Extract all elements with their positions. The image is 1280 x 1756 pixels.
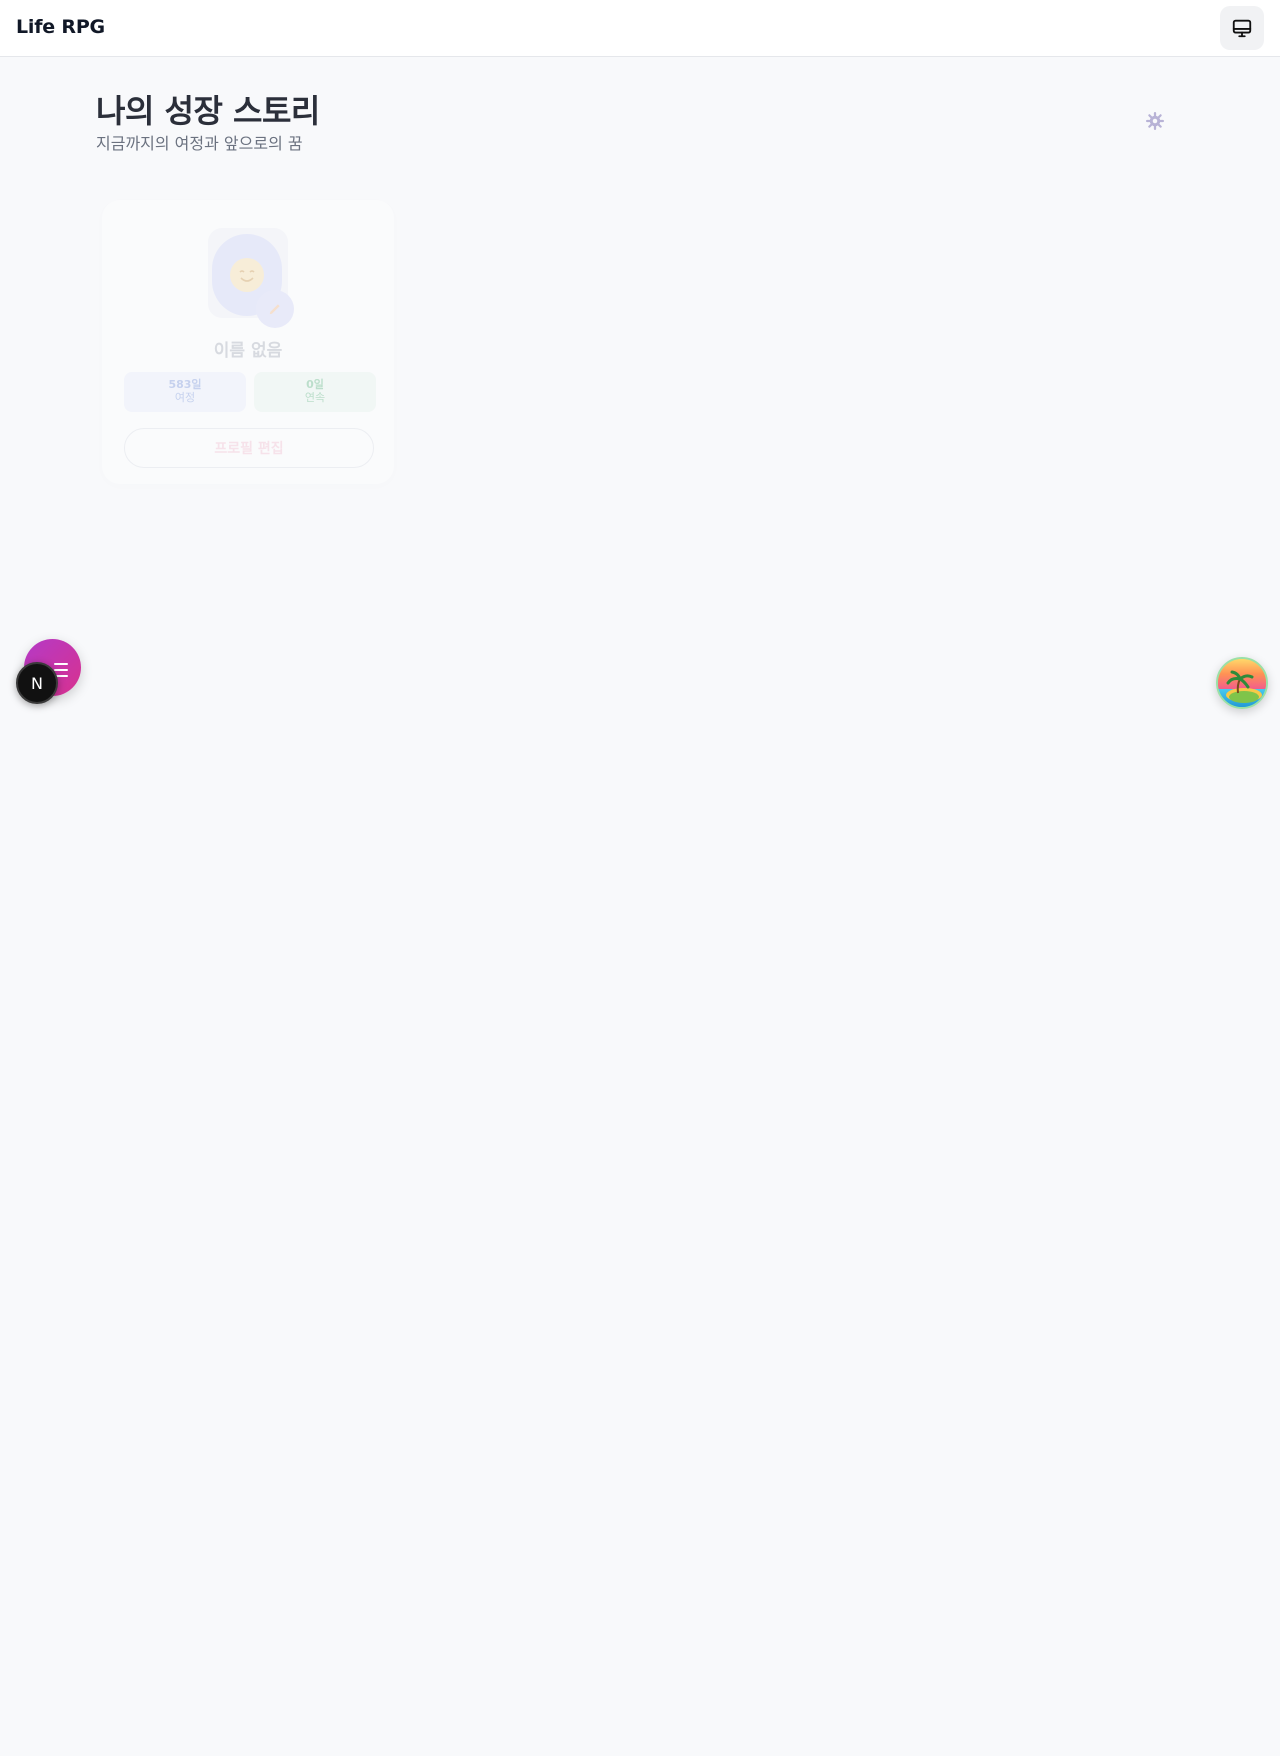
stat-journey-value: 583일	[168, 378, 202, 391]
next-badge-letter: N	[31, 673, 43, 693]
island-icon	[1218, 659, 1266, 707]
edit-avatar-button[interactable]	[256, 290, 294, 328]
monitor-icon	[1232, 19, 1252, 38]
page-subtitle: 지금까지의 여정과 앞으로의 꿈	[96, 134, 303, 153]
pencil-icon	[269, 304, 280, 315]
app-header: Life RPG	[0, 0, 1280, 57]
stat-journey: 583일 여정	[124, 372, 246, 412]
profile-name: 이름 없음	[213, 341, 283, 361]
stat-streak-label: 연속	[304, 391, 326, 404]
stat-streak: 0일 연속	[254, 372, 376, 412]
stat-journey-label: 여정	[174, 391, 196, 404]
app-title[interactable]: Life RPG	[16, 16, 105, 38]
stat-streak-value: 0일	[306, 378, 324, 391]
smiley-face-icon	[230, 258, 264, 292]
device-toggle-button[interactable]	[1220, 6, 1264, 50]
island-button[interactable]	[1216, 657, 1268, 709]
gear-icon[interactable]	[1146, 112, 1164, 130]
edit-profile-button[interactable]: 프로필 편집	[124, 428, 374, 468]
page-title: 나의 성장 스토리	[96, 92, 320, 130]
next-dev-badge[interactable]: N	[16, 662, 58, 704]
profile-card: 이름 없음 583일 여정 0일 연속 프로필 편집	[102, 200, 394, 484]
